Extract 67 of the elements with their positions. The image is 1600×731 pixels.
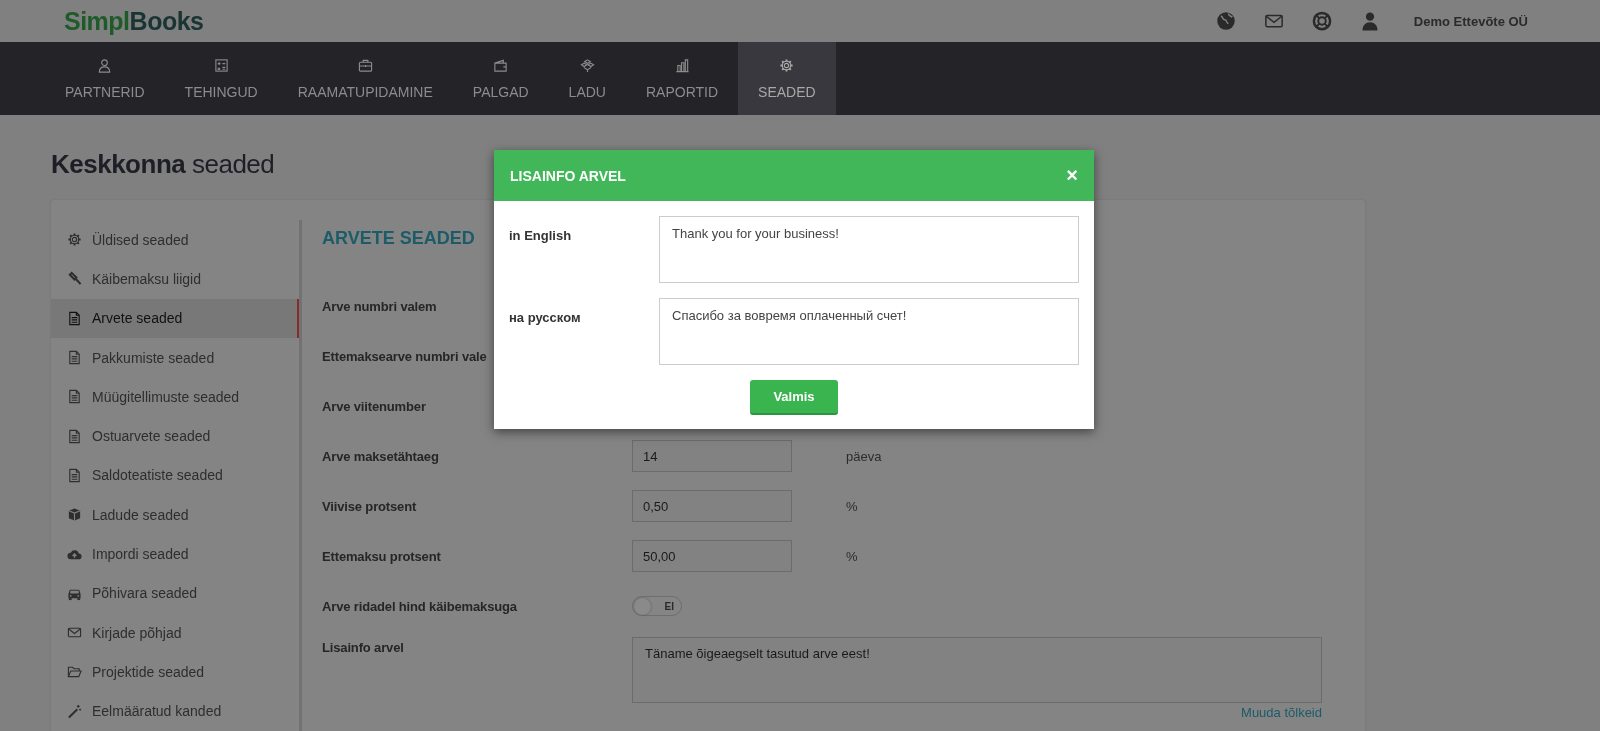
sidebar-item[interactable]: Projektide seaded (51, 652, 299, 692)
sidebar-item[interactable]: Kirjade põhjad (51, 612, 299, 653)
user-icon (97, 57, 113, 73)
document-icon (67, 428, 82, 444)
unit-label: % (846, 548, 858, 564)
nav-tab[interactable]: LADU (548, 42, 626, 115)
boxes-icon (579, 57, 595, 73)
sidebar-item[interactable]: Impordi seaded (51, 534, 299, 574)
sidebar-item[interactable]: Eelmääratud kanded (51, 691, 299, 731)
logo[interactable]: SimplBooks (64, 6, 204, 36)
folder-icon (67, 664, 82, 680)
sidebar-item[interactable]: Üldised seaded (51, 220, 299, 260)
field-label: Lisainfo arvel (322, 639, 405, 655)
lifebuoy-icon (1311, 11, 1332, 31)
document-icon (67, 310, 82, 326)
edit-translations-link[interactable]: Muuda tõlkeid (1241, 705, 1322, 720)
gavel-icon (67, 271, 82, 287)
cube-icon (67, 507, 82, 523)
textarea-field[interactable]: Спасибо за вовремя оплаченный счет! (659, 298, 1079, 365)
modal-title: LISAINFO ARVEL (510, 167, 626, 184)
page-title: Keskkonna seaded (51, 148, 275, 181)
globe-icon (1215, 11, 1236, 31)
gear-icon (67, 232, 82, 248)
nav-tab[interactable]: TEHINGUD (164, 42, 278, 115)
input-field[interactable]: 50,00 (632, 540, 792, 572)
section-title: ARVETE SEADED (322, 228, 475, 249)
field-label: Viivise protsent (322, 498, 418, 514)
ledger-icon (213, 57, 229, 73)
field-label: Arve viitenumber (322, 398, 427, 414)
nav-tab[interactable]: RAAMATUPIDAMINE (277, 42, 453, 115)
sidebar-item[interactable]: Saldoteatiste seaded (51, 455, 299, 496)
field-label: Ettemaksearve numbri vale (322, 348, 488, 364)
wallet-icon (493, 57, 509, 73)
field-label: in English (509, 227, 573, 245)
document-icon (67, 389, 82, 405)
field-label: на русском (509, 309, 582, 327)
sidebar-item[interactable]: Ladude seaded (51, 495, 299, 535)
sidebar-item[interactable]: Arvete seaded (51, 298, 299, 338)
document-icon (67, 467, 82, 483)
field-label: Arve numbri valem (322, 298, 438, 314)
chart-icon (674, 57, 690, 73)
nav-tab[interactable]: PALGAD (452, 42, 549, 115)
wand-icon (67, 703, 82, 719)
input-field[interactable]: 0,50 (632, 490, 792, 522)
close-button[interactable]: × (1066, 164, 1078, 187)
unit-label: % (846, 498, 858, 514)
toggle-switch[interactable]: EI (632, 596, 682, 616)
nav-tab[interactable]: PARTNERID (45, 42, 165, 115)
sidebar-item[interactable]: Pakkumiste seaded (51, 337, 299, 378)
field-label: Arve maksetähtaeg (322, 448, 440, 464)
document-icon (67, 350, 82, 366)
company-name[interactable]: Demo Ettevõte OÜ (1413, 13, 1528, 29)
sidebar-item[interactable]: Käibemaksu liigid (51, 259, 299, 299)
sidebar-item[interactable]: Müügitellimuste seaded (51, 377, 299, 417)
input-field[interactable]: 14 (632, 440, 792, 472)
nav-tab[interactable]: RAPORTID (625, 42, 739, 115)
textarea-field[interactable]: Thank you for your business! (659, 216, 1079, 283)
gear-icon (779, 57, 795, 73)
field-label: Arve ridadel hind käibemaksuga (322, 598, 518, 614)
briefcase-icon (357, 57, 373, 73)
nav-tab[interactable]: SEADED (738, 42, 836, 115)
sidebar-item[interactable]: Põhivara seaded (51, 573, 299, 613)
done-button[interactable]: Valmis (750, 380, 838, 415)
unit-label: päeva (846, 448, 882, 464)
textarea-field[interactable]: Täname õigeaegselt tasutud arve eest! (632, 637, 1322, 703)
field-label: Ettemaksu protsent (322, 548, 442, 564)
sidebar-item[interactable]: Ostuarvete seaded (51, 416, 299, 456)
